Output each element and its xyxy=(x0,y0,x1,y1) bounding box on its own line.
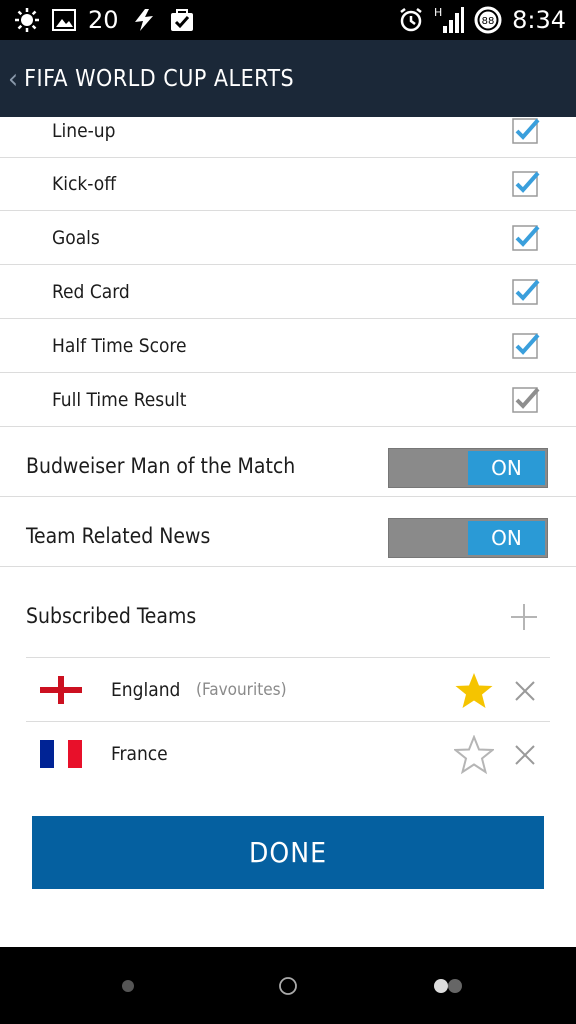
nav-back-button[interactable] xyxy=(108,947,148,1024)
notification-count: 20 xyxy=(88,6,119,34)
alert-label: Half Time Score xyxy=(52,335,187,357)
star-filled-icon[interactable] xyxy=(454,671,494,711)
battery-icon: 88 xyxy=(474,6,502,34)
alert-row-red-card[interactable]: Red Card xyxy=(0,265,576,319)
checkbox-checked-icon[interactable] xyxy=(512,117,540,144)
alert-row-lineup[interactable]: Line-up xyxy=(0,117,576,158)
add-team-icon[interactable] xyxy=(510,603,538,631)
done-button[interactable]: DONE xyxy=(32,816,544,889)
toggle-switch[interactable]: ON xyxy=(388,518,548,558)
alert-label: Red Card xyxy=(52,281,130,303)
alert-row-kickoff[interactable]: Kick-off xyxy=(0,157,576,211)
remove-team-icon[interactable] xyxy=(514,680,536,702)
alert-row-half-time-score[interactable]: Half Time Score xyxy=(0,319,576,373)
signal-type-label: H xyxy=(434,6,442,19)
flash-icon xyxy=(131,8,157,32)
alert-label: Kick-off xyxy=(52,173,117,195)
status-bar-right: H 88 8:34 xyxy=(398,0,566,40)
england-flag-icon xyxy=(40,676,82,704)
clock: 8:34 xyxy=(512,6,566,34)
alert-row-goals[interactable]: Goals xyxy=(0,211,576,265)
bag-check-icon xyxy=(169,7,195,33)
team-row-england[interactable]: England (Favourites) xyxy=(26,657,550,721)
gallery-icon xyxy=(52,9,76,31)
toggle-state: ON xyxy=(468,451,545,485)
home-circle-icon xyxy=(279,976,297,995)
checkbox-checked-icon[interactable] xyxy=(512,277,540,305)
brightness-icon xyxy=(14,7,40,33)
status-bar: 20 H 88 8:34 xyxy=(0,0,576,40)
checkbox-checked-icon[interactable] xyxy=(512,169,540,197)
checkbox-checked-icon[interactable] xyxy=(512,223,540,251)
subscribed-teams-title: Subscribed Teams xyxy=(26,604,197,628)
recents-dots-icon xyxy=(434,978,462,993)
signal-icon: H xyxy=(434,6,465,34)
toggle-row-team-news: Team Related News ON xyxy=(0,497,576,567)
alerts-settings-list[interactable]: Line-up Kick-off Goals Red Card Half Tim… xyxy=(0,117,576,947)
toggle-label: Team Related News xyxy=(26,524,211,548)
alert-label: Line-up xyxy=(52,120,116,142)
checkbox-checked-grey-icon[interactable] xyxy=(512,385,540,413)
alert-label: Goals xyxy=(52,227,100,249)
star-outline-icon[interactable] xyxy=(454,735,494,775)
toggle-label: Budweiser Man of the Match xyxy=(26,454,296,478)
navigation-bar xyxy=(0,947,576,1024)
nav-home-button[interactable] xyxy=(268,947,308,1024)
team-row-france[interactable]: France xyxy=(26,721,550,785)
battery-level: 88 xyxy=(482,16,495,27)
team-name: France xyxy=(111,743,168,765)
toggle-switch[interactable]: ON xyxy=(388,448,548,488)
nav-dot-icon xyxy=(122,979,134,992)
app-bar: ‹ FIFA WORLD CUP ALERTS xyxy=(0,40,576,117)
page-title: FIFA WORLD CUP ALERTS xyxy=(24,65,295,92)
nav-recents-button[interactable] xyxy=(424,947,472,1024)
checkbox-checked-icon[interactable] xyxy=(512,331,540,359)
remove-team-icon[interactable] xyxy=(514,744,536,766)
alert-label: Full Time Result xyxy=(52,389,187,411)
status-bar-left: 20 xyxy=(14,0,195,40)
back-chevron-icon[interactable]: ‹ xyxy=(8,64,18,93)
alarm-icon xyxy=(398,7,424,33)
toggle-row-man-of-the-match: Budweiser Man of the Match ON xyxy=(0,427,576,497)
toggle-state: ON xyxy=(468,521,545,555)
favourites-tag: (Favourites) xyxy=(196,680,287,700)
france-flag-icon xyxy=(40,740,82,768)
team-name: England xyxy=(111,679,181,701)
alert-row-full-time-result[interactable]: Full Time Result xyxy=(0,373,576,427)
